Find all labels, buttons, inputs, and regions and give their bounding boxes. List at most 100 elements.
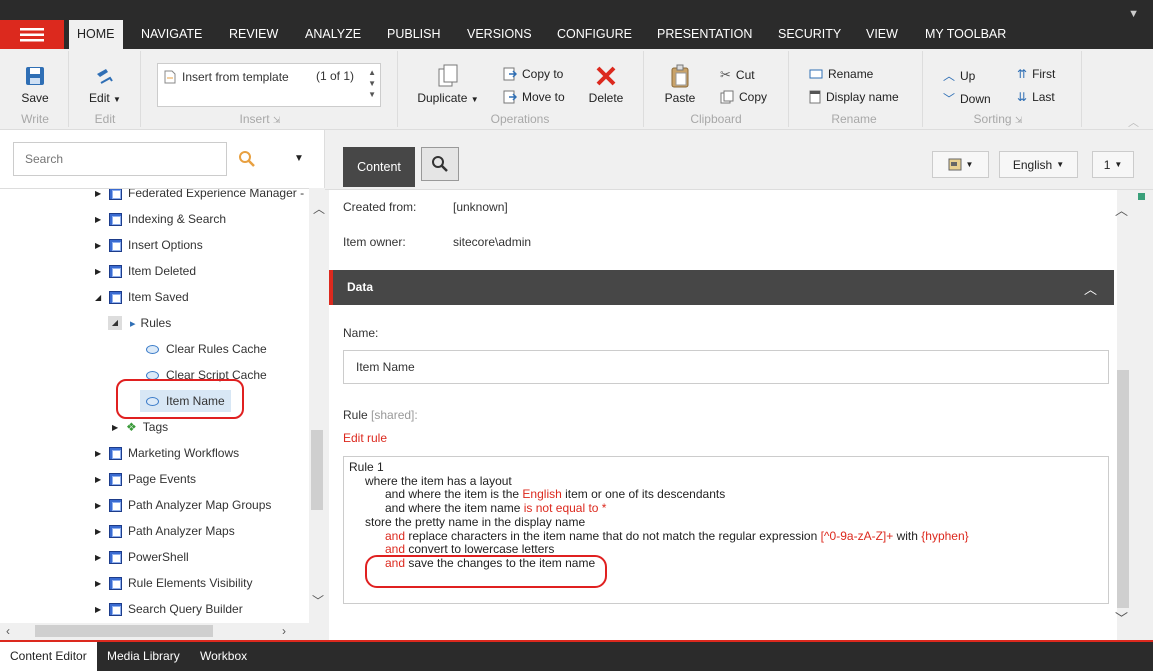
delete-button[interactable]: Delete — [584, 64, 628, 105]
tab-analyze[interactable]: ANALYZE — [297, 20, 369, 49]
rule-label: Rule [shared]: — [343, 408, 418, 422]
tree-item[interactable]: ▶ PowerShell — [95, 546, 189, 568]
sort-first-button[interactable]: ⇈ First — [1017, 67, 1055, 81]
tree-item-label: Path Analyzer Maps — [128, 524, 235, 538]
folder-icon — [109, 602, 122, 616]
scroll-down-icon[interactable]: ﹀ — [1115, 608, 1128, 627]
cut-button[interactable]: ✂ Cut — [720, 67, 755, 83]
tree-item[interactable]: Clear Rules Cache — [146, 338, 267, 360]
tab-view[interactable]: VIEW — [858, 20, 906, 49]
version-options-dropdown[interactable]: ▼ — [932, 151, 989, 178]
name-field[interactable] — [343, 350, 1109, 384]
search-options-dropdown[interactable]: ▼ — [294, 153, 304, 164]
sort-last-button[interactable]: ⇊ Last — [1017, 90, 1055, 104]
expand-arrow-icon[interactable]: ▶ — [95, 579, 105, 588]
display-name-button[interactable]: Display name — [809, 90, 899, 104]
data-section-header[interactable]: Data — [329, 270, 1114, 305]
expand-arrow-icon[interactable]: ▶ — [95, 553, 105, 562]
editor-scrollbar-thumb[interactable] — [1117, 370, 1129, 608]
edit-button[interactable]: Edit ▼ — [84, 66, 126, 105]
search-icon[interactable] — [238, 150, 256, 171]
tags-icon: ❖ — [126, 420, 137, 434]
ribbon-chevron-up-icon[interactable]: ︿ — [1128, 114, 1139, 130]
duplicate-button[interactable]: Duplicate ▼ — [414, 64, 482, 105]
section-collapse-icon[interactable]: ︿ — [1084, 279, 1097, 298]
sort-up-button[interactable]: ︿ Up — [943, 67, 975, 84]
tab-my-toolbar[interactable]: MY TOOLBAR — [917, 20, 1014, 49]
move-to-button[interactable]: Move to — [503, 90, 565, 104]
tab-content[interactable]: Content — [343, 147, 415, 187]
expand-arrow-icon[interactable]: ▶ — [95, 501, 105, 510]
insert-scroller[interactable]: ▲ ▼ ▼ — [368, 67, 376, 100]
collapse-arrow-icon[interactable]: ◢ — [95, 293, 105, 302]
collapse-section-icon[interactable]: ︿ — [1115, 200, 1128, 219]
collapse-arrow-icon[interactable]: ◢ — [108, 316, 122, 330]
search-input[interactable] — [13, 142, 227, 176]
expand-arrow-icon[interactable]: ▶ — [95, 449, 105, 458]
tree-item[interactable]: ▶ Federated Experience Manager - — [95, 189, 304, 204]
tree-item[interactable]: ▶ Page Events — [95, 468, 196, 490]
sort-down-button[interactable]: ﹀ Down — [943, 90, 991, 107]
tree-item[interactable]: ▶ Rule Elements Visibility — [95, 572, 253, 594]
tree-item[interactable]: ▶ Path Analyzer Maps — [95, 520, 235, 542]
tree-item[interactable]: ▶ Marketing Workflows — [95, 442, 239, 464]
tree-vertical-scrollbar[interactable]: ﹀ — [309, 188, 325, 623]
language-dropdown[interactable]: English ▼ — [999, 151, 1078, 178]
tab-presentation[interactable]: PRESENTATION — [649, 20, 760, 49]
tree-item[interactable]: ▶ Search Query Builder — [95, 598, 243, 620]
tab-home[interactable]: HOME — [69, 20, 123, 49]
tab-content-editor[interactable]: Content Editor — [0, 642, 97, 671]
tab-navigate[interactable]: NAVIGATE — [133, 20, 210, 49]
scrollbar-thumb[interactable] — [35, 625, 213, 637]
expand-arrow-icon[interactable]: ▶ — [95, 215, 105, 224]
tree-item[interactable]: ▶ Path Analyzer Map Groups — [95, 494, 271, 516]
double-chevron-up-icon: ⇈ — [1017, 67, 1028, 81]
expand-arrow-icon[interactable]: ▶ — [95, 527, 105, 536]
ribbon-collapse-icon[interactable]: ▼ — [1128, 8, 1139, 20]
tab-configure[interactable]: CONFIGURE — [549, 20, 640, 49]
scrollbar-thumb[interactable] — [311, 430, 323, 510]
tab-security[interactable]: SECURITY — [770, 20, 849, 49]
save-button[interactable]: Save — [16, 66, 54, 105]
tree-horizontal-scrollbar[interactable]: ‹ › — [0, 623, 309, 640]
tab-review[interactable]: REVIEW — [221, 20, 286, 49]
tab-publish[interactable]: PUBLISH — [379, 20, 449, 49]
tree-item-label: Path Analyzer Map Groups — [128, 498, 272, 512]
expand-arrow-icon[interactable]: ▶ — [95, 475, 105, 484]
scroll-right-icon[interactable]: › — [282, 624, 286, 638]
chevron-down-icon: ▼ — [1114, 160, 1123, 169]
scroll-down-icon[interactable]: ﹀ — [312, 592, 324, 609]
tree-item[interactable]: ▶ Item Deleted — [95, 260, 196, 282]
copy-to-button[interactable]: Copy to — [503, 67, 563, 81]
save-icon — [26, 67, 44, 85]
rename-button[interactable]: Rename — [809, 67, 873, 81]
expand-arrow-icon[interactable]: ▶ — [112, 423, 122, 432]
version-dropdown[interactable]: 1 ▼ — [1092, 151, 1134, 178]
search-tab-button[interactable] — [421, 147, 459, 181]
expand-arrow-icon[interactable]: ▶ — [95, 605, 105, 614]
insert-from-template-item[interactable]: Insert from template — [164, 70, 289, 84]
chevron-down-icon: ▼ — [1056, 160, 1065, 169]
edit-icon — [97, 69, 113, 84]
expand-arrow-icon[interactable]: ▶ — [95, 189, 105, 198]
hamburger-menu-button[interactable] — [0, 20, 64, 49]
expand-arrow-icon[interactable]: ▶ — [95, 241, 105, 250]
paste-button[interactable]: Paste — [660, 64, 700, 105]
folder-icon — [109, 472, 122, 486]
edit-rule-link[interactable]: Edit rule — [343, 431, 387, 445]
scroll-left-icon[interactable]: ‹ — [6, 624, 10, 638]
tree-item[interactable]: ▶ ❖ Tags — [112, 416, 168, 438]
tree-item[interactable]: ◢ Item Saved — [95, 286, 189, 308]
tab-workbox[interactable]: Workbox — [190, 642, 257, 671]
insert-list[interactable]: Insert from template (1 of 1) ▲ ▼ ▼ — [157, 63, 381, 107]
folder-icon — [109, 189, 122, 200]
tab-media-library[interactable]: Media Library — [97, 642, 190, 671]
down-label: Down — [960, 91, 991, 106]
tree-item[interactable]: ▶ Insert Options — [95, 234, 203, 256]
scroll-up-icon[interactable]: ︿ — [313, 200, 325, 217]
copy-button[interactable]: Copy — [720, 90, 767, 104]
tab-versions[interactable]: VERSIONS — [459, 20, 540, 49]
expand-arrow-icon[interactable]: ▶ — [95, 267, 105, 276]
tree-item[interactable]: ◢ ▸ Rules — [108, 312, 171, 334]
tree-item[interactable]: ▶ Indexing & Search — [95, 208, 226, 230]
